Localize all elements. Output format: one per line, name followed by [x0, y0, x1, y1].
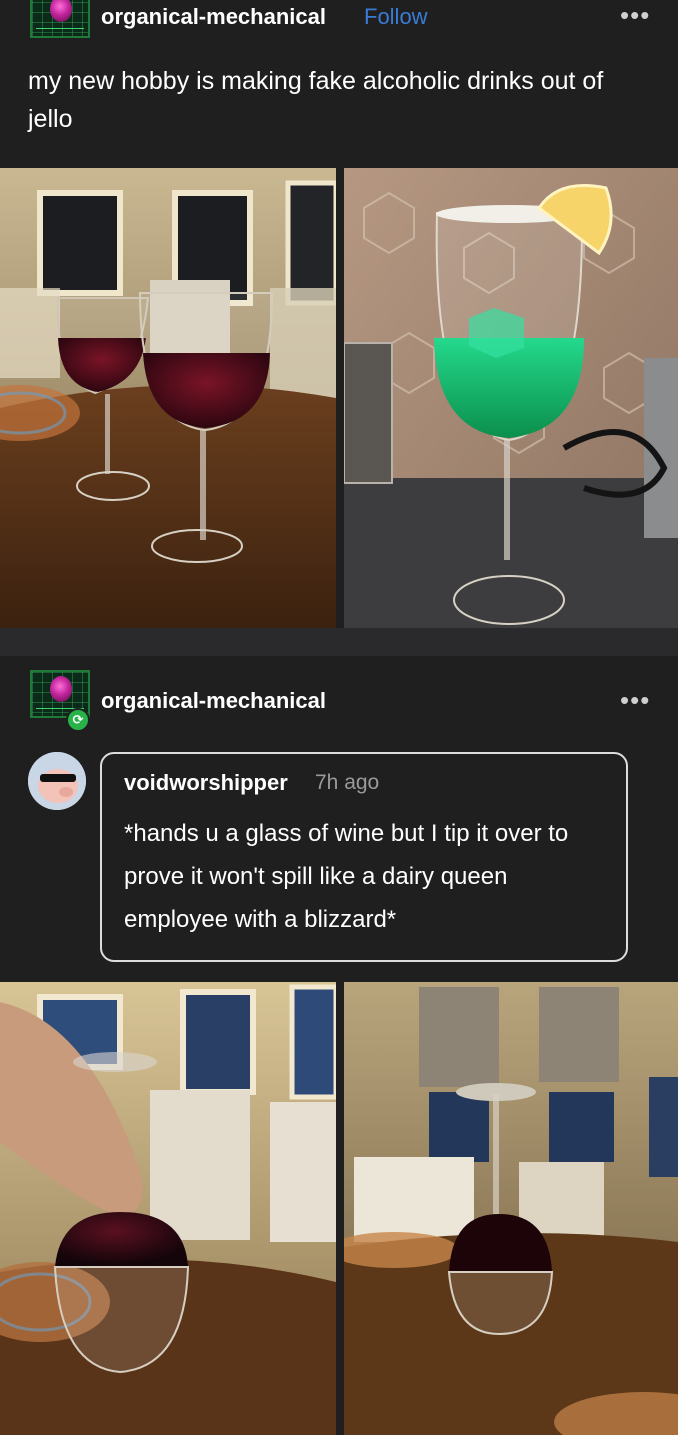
- tipped-glass-image: [0, 982, 336, 1435]
- photo-green-drink: [344, 168, 678, 628]
- red-wine-image: [0, 168, 336, 628]
- upside-down-glass-image: [344, 982, 678, 1435]
- reply-avatar[interactable]: [28, 752, 86, 810]
- reply-bubble: voidworshipper 7h ago *hands u a glass o…: [100, 752, 628, 962]
- post-divider: [0, 628, 678, 656]
- avatar-bar: [36, 28, 84, 33]
- photo-red-wine-glasses: [0, 168, 336, 628]
- reblog-username[interactable]: organical-mechanical: [101, 688, 326, 714]
- axolotl-icon: [50, 676, 72, 702]
- photo-glass-tipped: [0, 982, 336, 1435]
- more-options-button[interactable]: •••: [620, 2, 650, 28]
- follow-button[interactable]: Follow: [364, 4, 428, 30]
- post-caption: my new hobby is making fake alcoholic dr…: [28, 67, 604, 133]
- reply-timestamp: 7h ago: [315, 771, 380, 794]
- reblog-more-options-button[interactable]: •••: [620, 687, 650, 713]
- post-username[interactable]: organical-mechanical: [101, 4, 326, 30]
- green-drink-image: [344, 168, 678, 628]
- photo-glass-upside-down: [344, 982, 678, 1435]
- reply-text: *hands u a glass of wine but I tip it ov…: [124, 820, 569, 933]
- reply-username[interactable]: voidworshipper: [124, 770, 288, 796]
- reblog-icon: ⟳: [66, 708, 90, 732]
- blog-avatar[interactable]: [30, 0, 90, 38]
- pig-avatar-icon: [28, 752, 86, 810]
